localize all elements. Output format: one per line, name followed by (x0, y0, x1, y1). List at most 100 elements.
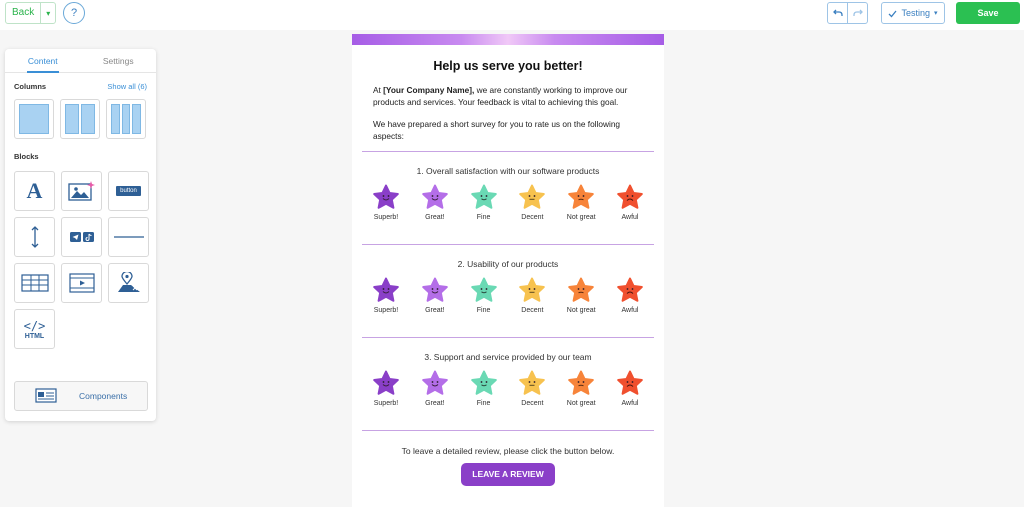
button-icon: button (116, 186, 141, 196)
rating-option[interactable]: Fine (466, 370, 502, 407)
rating-label: Awful (621, 214, 639, 221)
rating-option[interactable]: Superb! (368, 277, 404, 314)
three-column-layout[interactable] (106, 99, 146, 139)
back-button-group: Back ▾ (5, 2, 57, 24)
star-face-icon (470, 370, 497, 395)
button-block[interactable]: button (108, 171, 149, 211)
star-face-icon (470, 184, 497, 209)
rating-label: Superb! (373, 307, 399, 314)
testing-label: Testing (901, 8, 930, 18)
text-block[interactable]: A (14, 171, 55, 211)
rating-option[interactable]: Superb! (368, 370, 404, 407)
code-icon: </> (23, 318, 46, 333)
rating-option[interactable]: Not great (563, 370, 599, 407)
survey-question-3: 3. Support and service provided by our t… (352, 338, 664, 430)
sidebar-tabs: Content Settings (5, 49, 156, 73)
rating-option[interactable]: Not great (563, 184, 599, 221)
undo-icon (832, 9, 843, 16)
rating-option[interactable]: Great! (417, 370, 453, 407)
rating-option[interactable]: Decent (514, 277, 550, 314)
rating-label: Superb! (373, 214, 399, 221)
undo-button[interactable] (827, 2, 848, 24)
social-block[interactable] (61, 217, 102, 257)
rating-option[interactable]: Great! (417, 277, 453, 314)
testing-dropdown[interactable]: Testing ▾ (881, 2, 945, 24)
image-icon (67, 181, 95, 201)
email-canvas: Help us serve you better! At [Your Compa… (352, 34, 664, 507)
column-layouts (5, 99, 156, 139)
intro-prefix: At (373, 85, 384, 95)
question-text[interactable]: 2. Usability of our products (352, 259, 664, 269)
rating-label: Superb! (373, 400, 399, 407)
rating-label: Not great (566, 214, 596, 221)
redo-icon (852, 9, 863, 16)
html-block-label: HTML (24, 332, 45, 340)
star-face-icon (421, 184, 448, 209)
intro-paragraph-2: We have prepared a short survey for you … (373, 119, 621, 141)
redo-button[interactable] (847, 2, 868, 24)
rating-label: Not great (566, 400, 596, 407)
back-button[interactable]: Back (6, 3, 42, 23)
star-face-icon (617, 184, 643, 209)
review-prompt[interactable]: To leave a detailed review, please click… (352, 446, 664, 456)
chevron-down-icon: ▾ (46, 8, 51, 18)
star-face-icon (568, 370, 594, 395)
star-face-icon (617, 370, 643, 395)
star-face-icon (421, 370, 448, 395)
rating-label: Great! (425, 307, 445, 314)
components-label: Components (79, 391, 128, 401)
rating-option[interactable]: Fine (466, 184, 502, 221)
rating-label: Great! (425, 214, 445, 221)
rating-option[interactable]: Awful (612, 277, 648, 314)
rating-option[interactable]: Awful (612, 184, 648, 221)
question-text[interactable]: 3. Support and service provided by our t… (352, 352, 664, 362)
rating-label: Decent (521, 214, 544, 221)
image-block[interactable] (61, 171, 102, 211)
rating-label: Awful (621, 400, 639, 407)
survey-questions: 1. Overall satisfaction with our softwar… (352, 151, 664, 431)
video-icon (68, 273, 95, 293)
one-column-layout[interactable] (14, 99, 54, 139)
rating-label: Not great (566, 307, 596, 314)
rating-option[interactable]: Superb! (368, 184, 404, 221)
table-block[interactable] (14, 263, 55, 303)
rating-option[interactable]: Fine (466, 277, 502, 314)
columns-header: Columns Show all (6) (5, 82, 156, 91)
blocks-title: Blocks (14, 152, 39, 161)
map-block[interactable] (108, 263, 149, 303)
two-column-layout[interactable] (60, 99, 100, 139)
spacer-block[interactable] (14, 217, 55, 257)
header-gradient-bar (352, 34, 664, 45)
rating-option[interactable]: Not great (563, 277, 599, 314)
star-face-icon (519, 370, 546, 395)
rating-option[interactable]: Awful (612, 370, 648, 407)
email-intro[interactable]: At [Your Company Name], we are constantl… (352, 85, 664, 142)
rating-option[interactable]: Great! (417, 184, 453, 221)
rating-option[interactable]: Decent (514, 370, 550, 407)
leave-review-button[interactable]: LEAVE A REVIEW (461, 463, 555, 486)
back-dropdown-toggle[interactable]: ▾ (41, 3, 55, 23)
star-face-icon (470, 277, 497, 302)
text-icon: A (26, 178, 43, 203)
video-block[interactable] (61, 263, 102, 303)
intro-paragraph-1: At [Your Company Name], we are constantl… (373, 85, 643, 108)
columns-title: Columns (14, 82, 47, 91)
rating-option[interactable]: Decent (514, 184, 550, 221)
top-toolbar: Back ▾ ? Testing ▾ Save (0, 0, 1024, 30)
tab-content[interactable]: Content (5, 49, 81, 73)
divider-block[interactable] (108, 217, 149, 257)
components-button[interactable]: Components (14, 381, 148, 411)
show-all-link[interactable]: Show all (6) (107, 82, 147, 91)
rating-label: Fine (476, 400, 491, 407)
blocks-header: Blocks (5, 152, 156, 161)
rating-label: Decent (521, 400, 544, 407)
html-block[interactable]: </> HTML (14, 309, 55, 349)
email-heading[interactable]: Help us serve you better! (352, 59, 664, 73)
star-face-icon (568, 184, 594, 209)
question-text[interactable]: 1. Overall satisfaction with our softwar… (352, 166, 664, 176)
rating-options: Superb! Great! Fine Decent Not great Awful (352, 277, 664, 314)
help-button[interactable]: ? (63, 2, 85, 24)
rating-label: Awful (621, 307, 639, 314)
tab-settings[interactable]: Settings (81, 49, 157, 72)
save-button[interactable]: Save (956, 2, 1020, 24)
